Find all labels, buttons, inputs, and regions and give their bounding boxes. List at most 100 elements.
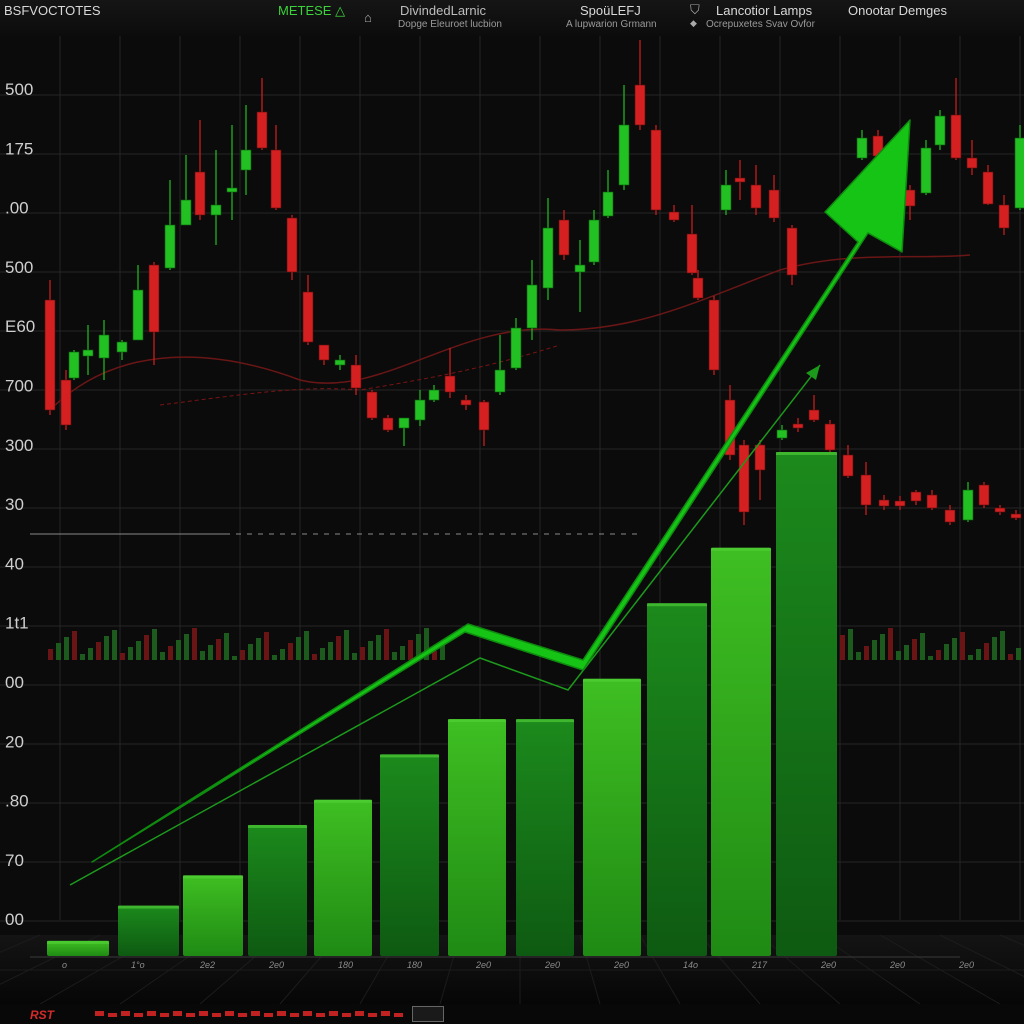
ticker-mark: [264, 1013, 273, 1017]
x-tick-label: 2e0: [613, 960, 629, 970]
ticker-mark: [342, 1013, 351, 1017]
candle-body: [494, 369, 506, 393]
volume-tick: [872, 640, 877, 660]
bar: [248, 824, 307, 956]
volume-tick: [944, 644, 949, 660]
candle-body: [428, 389, 440, 401]
y-tick-label: 300: [5, 436, 33, 455]
ticker-mark: [212, 1013, 221, 1017]
volume-tick: [152, 629, 157, 660]
candle-body: [398, 417, 410, 429]
candle-body: [1010, 513, 1022, 519]
x-tick-label: 2e0: [544, 960, 560, 970]
candle-body: [210, 204, 222, 216]
candle-body: [720, 184, 732, 211]
candle-body: [164, 224, 176, 269]
volume-tick: [936, 650, 941, 660]
volume-tick: [1016, 648, 1021, 660]
candle-body: [98, 334, 110, 359]
volume-tick: [256, 638, 261, 660]
volume-tick: [264, 632, 269, 660]
candle-body: [634, 84, 646, 126]
candle-body: [478, 401, 490, 431]
candle-body: [602, 191, 614, 217]
volume-tick: [304, 631, 309, 660]
y-tick-label: 00: [5, 910, 24, 929]
volume-tick: [376, 635, 381, 660]
x-tick-label: 2e0: [820, 960, 836, 970]
candle-body: [414, 399, 426, 421]
candle-body: [588, 219, 600, 263]
candle-body: [82, 349, 94, 357]
ticker-mark: [147, 1011, 156, 1016]
volume-tick: [96, 642, 101, 660]
volume-tick: [208, 645, 213, 660]
candle-body: [776, 429, 788, 439]
volume-tick: [192, 628, 197, 660]
x-tick-label: 2e0: [958, 960, 974, 970]
candle-body: [226, 187, 238, 193]
ticker-mark: [108, 1013, 117, 1017]
volume-tick: [296, 637, 301, 660]
ticker-mark: [355, 1011, 364, 1016]
trend-chip-icon[interactable]: [412, 1006, 444, 1022]
y-tick-label: 1t1: [5, 614, 29, 633]
volume-tick: [848, 629, 853, 660]
candle-body: [650, 129, 662, 211]
bar-top-highlight: [118, 905, 179, 909]
y-tick-label: 500: [5, 80, 33, 99]
ticker-mark: [368, 1013, 377, 1017]
ticker-mark: [290, 1013, 299, 1017]
volume-tick: [368, 641, 373, 660]
bar-top-highlight: [47, 940, 109, 944]
candle-body: [686, 233, 698, 274]
candle-body: [978, 484, 990, 506]
bar-top-highlight: [583, 678, 641, 682]
volume-tick: [232, 656, 237, 660]
volume-tick: [248, 644, 253, 660]
ticker-mark: [173, 1011, 182, 1016]
bar: [448, 719, 506, 956]
bar-top-highlight: [183, 875, 243, 879]
volume-tick: [864, 646, 869, 660]
bar-top-highlight: [647, 603, 707, 607]
bar-top-highlight: [711, 547, 771, 551]
candle-body: [750, 184, 762, 209]
bar: [711, 547, 771, 956]
bar: [380, 754, 439, 956]
candlestick-chart: 500 175 .00 500 E60 700 300 30 40 1t1 00 20 .80 70 00 o…: [0, 36, 1024, 1004]
candle-body: [734, 177, 746, 183]
ticker-mark: [238, 1013, 247, 1017]
y-tick-label: 70: [5, 851, 24, 870]
y-tick-label: 700: [5, 377, 33, 396]
volume-tick: [104, 636, 109, 660]
bar-top-highlight: [776, 452, 837, 455]
candle-body: [180, 199, 192, 226]
volume-tick: [168, 646, 173, 660]
volume-tick: [1008, 654, 1013, 660]
candle-body: [60, 379, 72, 426]
candle-body: [444, 375, 456, 393]
candle-body: [270, 149, 282, 209]
candle-body: [318, 344, 330, 361]
candle-body: [950, 114, 962, 159]
candle-body: [668, 211, 680, 221]
y-tick-label: 175: [5, 139, 33, 158]
volume-tick: [920, 633, 925, 660]
bar: [183, 875, 243, 956]
y-tick-label: 30: [5, 495, 24, 514]
bar: [647, 603, 707, 956]
x-tick-label: 180: [338, 960, 353, 970]
x-tick-label: 2e0: [268, 960, 284, 970]
volume-tick: [88, 648, 93, 660]
candle-body: [754, 444, 766, 471]
volume-tick: [80, 654, 85, 660]
y-tick-label: 500: [5, 258, 33, 277]
volume-tick: [160, 652, 165, 660]
candle-body: [350, 364, 362, 389]
bar-top-highlight: [448, 719, 506, 723]
volume-tick: [928, 656, 933, 660]
x-tick-label: 1°o: [131, 960, 145, 970]
volume-tick: [240, 650, 245, 660]
bar: [516, 719, 574, 956]
